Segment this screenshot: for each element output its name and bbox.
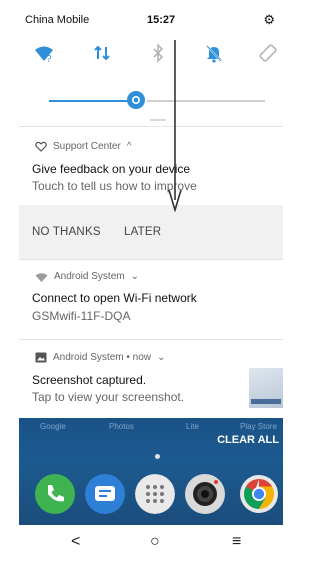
heart-icon: [35, 141, 47, 152]
no-thanks-button[interactable]: NO THANKS: [32, 226, 101, 238]
app-dock: [19, 470, 283, 520]
app-label: Google: [40, 422, 66, 431]
recents-button[interactable]: ≡: [232, 533, 241, 551]
notification-header: Android System ⌄: [35, 271, 139, 282]
home-button[interactable]: ○: [150, 533, 160, 551]
back-button[interactable]: <: [71, 533, 80, 551]
brightness-track-empty: [147, 100, 265, 102]
home-screen-background: Google Photos Lite Play Store CLEAR ALL: [19, 418, 283, 525]
brightness-slider[interactable]: [19, 86, 283, 116]
chrome-app-icon[interactable]: [239, 474, 279, 514]
notification-support-center[interactable]: Support Center ^ Give feedback on your d…: [19, 127, 283, 205]
settings-gear-icon[interactable]: ⚙: [263, 12, 275, 28]
wifi-small-icon: [35, 272, 48, 282]
app-drawer-icon[interactable]: [135, 474, 175, 514]
notification-header: Android System • now ⌄: [35, 352, 165, 363]
notification-title: Connect to open Wi-Fi network: [32, 291, 197, 305]
image-icon: [35, 352, 47, 363]
svg-text:?: ?: [46, 54, 52, 64]
page-indicator: [155, 454, 160, 459]
notification-header: Support Center ^: [35, 141, 132, 152]
app-label: Play Store: [240, 422, 277, 431]
quick-settings: ?: [19, 40, 283, 68]
notification-text: GSMwifi-11F-DQA: [32, 309, 131, 323]
expand-chevron-icon[interactable]: ⌄: [157, 352, 165, 363]
drag-handle[interactable]: [150, 119, 166, 121]
phone-app-icon[interactable]: [35, 474, 75, 514]
brightness-sun-icon[interactable]: [125, 89, 147, 111]
camera-app-icon[interactable]: [185, 474, 225, 514]
carrier-label: China Mobile: [25, 14, 90, 26]
bluetooth-icon[interactable]: [147, 42, 169, 64]
notification-actions: NO THANKS LATER: [19, 205, 283, 259]
later-button[interactable]: LATER: [124, 226, 161, 238]
swipe-down-arrow-icon: [168, 40, 182, 212]
clear-all-button[interactable]: CLEAR ALL: [217, 434, 279, 446]
collapse-chevron-icon[interactable]: ^: [127, 141, 132, 152]
notification-wifi[interactable]: Android System ⌄ Connect to open Wi-Fi n…: [19, 260, 283, 339]
notification-screenshot[interactable]: Android System • now ⌄ Screenshot captur…: [19, 340, 283, 418]
notification-title: Screenshot captured.: [32, 373, 147, 387]
navigation-bar: < ○ ≡: [19, 525, 283, 562]
mobile-data-icon[interactable]: [91, 42, 113, 64]
app-label: Lite: [186, 422, 199, 431]
app-label: Photos: [109, 422, 134, 431]
notification-text: Tap to view your screenshot.: [32, 390, 185, 404]
messages-app-icon[interactable]: [85, 474, 125, 514]
notification-app-name: Android System: [54, 271, 125, 282]
status-bar: China Mobile 15:27 ⚙: [19, 0, 283, 40]
expand-chevron-icon[interactable]: ⌄: [131, 271, 139, 282]
do-not-disturb-bell-icon[interactable]: [203, 42, 225, 64]
phone-screen: China Mobile 15:27 ⚙ ? Support Center ^ …: [19, 0, 283, 562]
clock: 15:27: [147, 14, 176, 26]
notification-app-name: Support Center: [53, 141, 121, 152]
wifi-icon[interactable]: ?: [33, 42, 55, 64]
screenshot-thumbnail[interactable]: [249, 368, 283, 408]
notification-app-name: Android System • now: [53, 352, 151, 363]
auto-rotate-icon[interactable]: [257, 42, 279, 64]
